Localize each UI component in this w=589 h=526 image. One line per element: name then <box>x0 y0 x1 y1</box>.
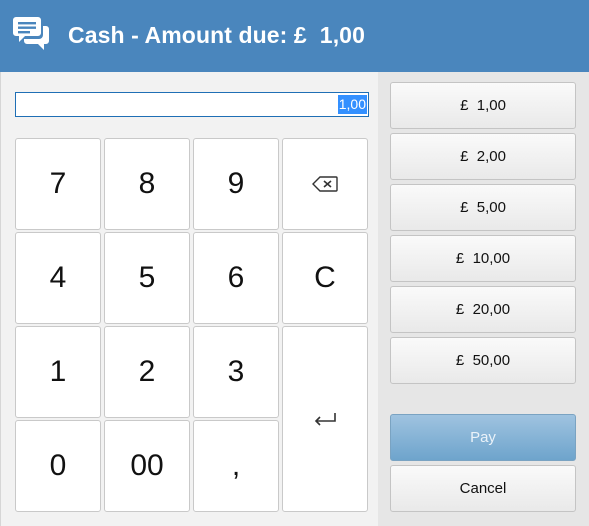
key-7[interactable]: 7 <box>15 138 101 230</box>
key-1[interactable]: 1 <box>15 326 101 418</box>
backspace-button[interactable] <box>282 138 368 230</box>
quick-amount-button[interactable]: £ 50,00 <box>390 337 576 384</box>
key-0[interactable]: 0 <box>15 420 101 512</box>
key-5[interactable]: 5 <box>104 232 190 324</box>
key-comma[interactable]: , <box>193 420 279 512</box>
key-4[interactable]: 4 <box>15 232 101 324</box>
backspace-icon <box>312 176 338 192</box>
chat-bubbles-icon <box>12 14 52 54</box>
pay-button[interactable]: Pay <box>390 414 576 461</box>
enter-button[interactable] <box>282 326 368 512</box>
quick-amount-button[interactable]: £ 20,00 <box>390 286 576 333</box>
quick-amount-button[interactable]: £ 5,00 <box>390 184 576 231</box>
cancel-button[interactable]: Cancel <box>390 465 576 512</box>
key-00[interactable]: 00 <box>104 420 190 512</box>
amount-input[interactable]: 1,00 <box>15 92 369 117</box>
key-8[interactable]: 8 <box>104 138 190 230</box>
amount-input-value: 1,00 <box>337 95 367 114</box>
quick-amount-button[interactable]: £ 10,00 <box>390 235 576 282</box>
quick-amount-button[interactable]: £ 2,00 <box>390 133 576 180</box>
key-6[interactable]: 6 <box>193 232 279 324</box>
quick-amount-button[interactable]: £ 1,00 <box>390 82 576 129</box>
key-3[interactable]: 3 <box>193 326 279 418</box>
enter-icon <box>313 412 337 426</box>
key-9[interactable]: 9 <box>193 138 279 230</box>
clear-button[interactable]: C <box>282 232 368 324</box>
dialog-title: Cash - Amount due: £ 1,00 <box>68 22 365 48</box>
key-2[interactable]: 2 <box>104 326 190 418</box>
title-bar: Cash - Amount due: £ 1,00 <box>0 0 589 72</box>
